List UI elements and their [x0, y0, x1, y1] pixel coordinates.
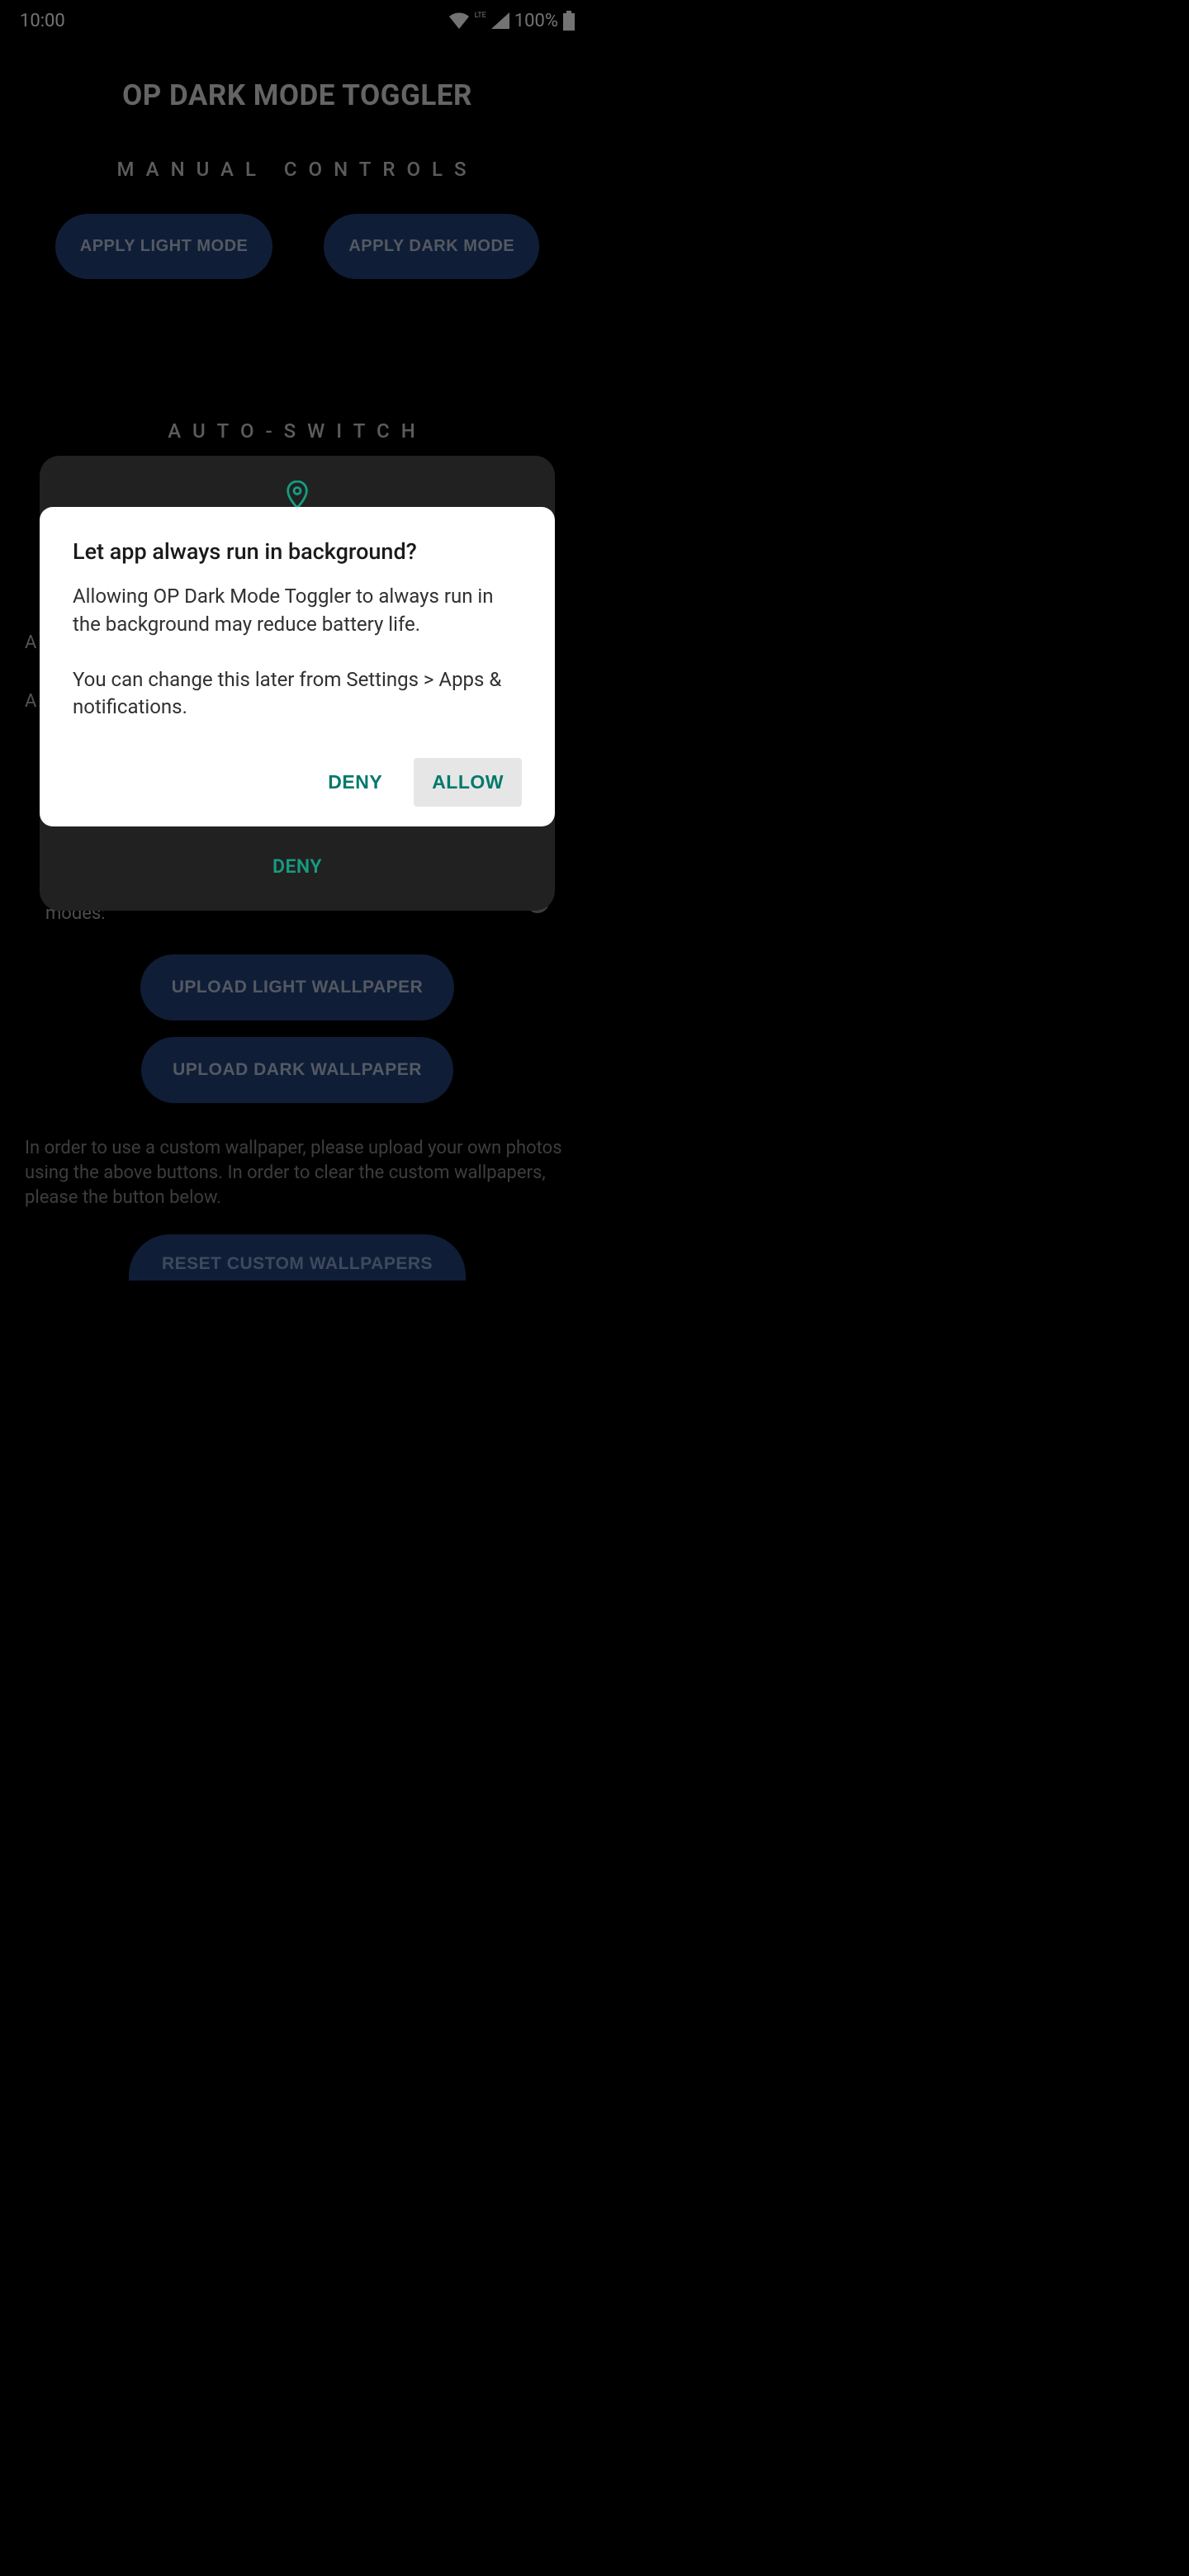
dialog-deny-button[interactable]: DENY [310, 758, 400, 807]
dialog-allow-button[interactable]: ALLOW [414, 758, 522, 807]
outer-deny-button[interactable]: DENY [56, 855, 538, 878]
dialog-body: Allowing OP Dark Mode Toggler to always … [73, 583, 522, 722]
location-pin-icon [286, 481, 309, 509]
background-run-dialog: Let app always run in background? Allowi… [40, 507, 555, 826]
dialog-actions: DENY ALLOW [73, 758, 522, 807]
dialog-title: Let app always run in background? [73, 538, 522, 565]
